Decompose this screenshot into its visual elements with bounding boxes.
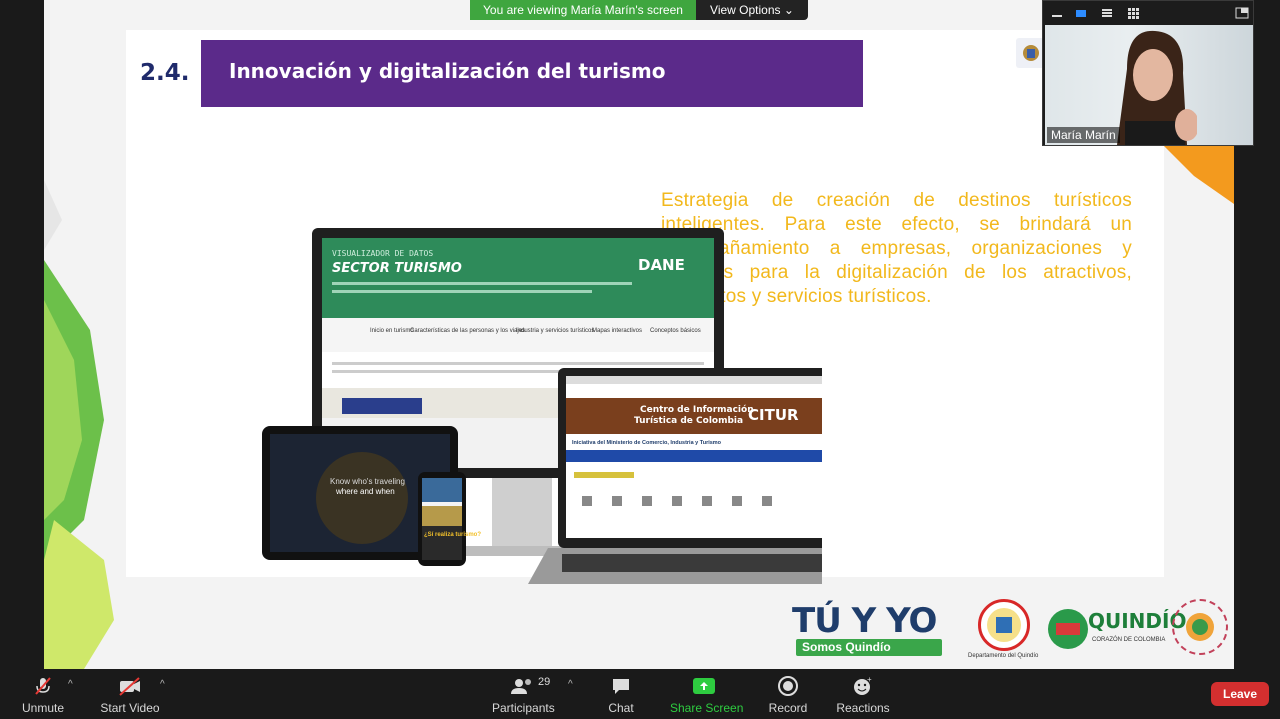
monitor-tab-1: Inicio en turismo bbox=[370, 328, 414, 334]
participant-video: María Marín bbox=[1045, 25, 1253, 145]
monitor-brand: DANE bbox=[638, 256, 685, 274]
share-screen-button[interactable]: Share Screen bbox=[670, 675, 744, 715]
chat-icon bbox=[613, 679, 629, 694]
quindio-tagline: CORAZÓN DE COLOMBIA bbox=[1092, 637, 1166, 643]
tablet-text-1: Know who's traveling bbox=[330, 477, 405, 486]
share-screen-icon bbox=[693, 678, 715, 694]
monitor-tab-4: Mapas interactivos bbox=[592, 328, 642, 334]
monitor-tab-5: Conceptos básicos bbox=[650, 328, 701, 334]
laptop-title-2: Turística de Colombia bbox=[634, 416, 743, 426]
svg-text:+: + bbox=[867, 675, 872, 684]
video-options-caret-icon[interactable]: ^ bbox=[160, 679, 165, 690]
monitor-header-small: VISUALIZADOR DE DATOS bbox=[332, 249, 433, 258]
laptop-brand: CITUR bbox=[748, 406, 799, 424]
devices-illustration: VISUALIZADOR DE DATOS SECTOR TURISMO DAN… bbox=[262, 228, 822, 584]
chat-label: Chat bbox=[608, 701, 634, 715]
laptop: Centro de Información Turística de Colom… bbox=[528, 368, 822, 584]
meeting-toolbar: Unmute ^ Start Video ^ Participants 29 ^… bbox=[0, 669, 1280, 719]
tablet-text-2: where and when bbox=[335, 487, 395, 496]
gallery-view-icon[interactable] bbox=[1127, 7, 1139, 19]
unmute-button[interactable]: Unmute bbox=[20, 675, 66, 715]
speaker-view-icon[interactable] bbox=[1075, 7, 1087, 19]
participants-options-caret-icon[interactable]: ^ bbox=[568, 679, 573, 690]
view-options-label: View Options bbox=[710, 3, 781, 17]
laptop-subtitle: Iniciativa del Ministerio de Comercio, I… bbox=[572, 440, 722, 446]
start-video-label: Start Video bbox=[100, 701, 160, 715]
somos-quindio-label: Somos Quindío bbox=[796, 639, 942, 656]
camera-off-icon bbox=[119, 677, 140, 696]
slide-title: Innovación y digitalización del turismo bbox=[229, 59, 666, 83]
paisaje-cultural-logo bbox=[1172, 599, 1228, 655]
reactions-label: Reactions bbox=[836, 701, 890, 715]
department-seal-icon bbox=[978, 599, 1030, 651]
video-panel-controls bbox=[1043, 3, 1255, 25]
chevron-down-icon: ⌄ bbox=[783, 3, 794, 17]
chat-button[interactable]: Chat bbox=[606, 675, 636, 715]
monitor-header-big: SECTOR TURISMO bbox=[332, 261, 462, 276]
quindio-emblem-icon bbox=[1048, 609, 1088, 649]
presentation-slide: 2.4. Innovación y digitalización del tur… bbox=[126, 30, 1164, 584]
participant-silhouette bbox=[1117, 30, 1197, 145]
reactions-button[interactable]: + Reactions bbox=[836, 675, 890, 715]
tuyo-logo: TÚ Y YO bbox=[792, 601, 937, 641]
record-icon bbox=[778, 676, 798, 696]
minimize-icon[interactable] bbox=[1051, 7, 1063, 19]
decorative-green-shapes bbox=[44, 180, 114, 669]
slide-number: 2.4. bbox=[140, 60, 190, 86]
participants-count-badge: 29 bbox=[538, 676, 551, 688]
viewing-screen-banner: You are viewing María Marín's screen bbox=[470, 0, 696, 20]
leave-button[interactable]: Leave bbox=[1211, 682, 1269, 706]
participants-icon bbox=[511, 679, 531, 694]
phone-text: ¿Sí realiza turismo? bbox=[424, 532, 481, 538]
monitor-tab-3: Industria y servicios turísticos bbox=[516, 328, 594, 334]
pop-out-icon[interactable] bbox=[1235, 7, 1249, 19]
decorative-orange-shape bbox=[1164, 146, 1234, 204]
department-label: Departamento del Quindío bbox=[968, 653, 1039, 659]
share-screen-label: Share Screen bbox=[670, 701, 744, 715]
microphone-muted-icon bbox=[35, 677, 51, 695]
slide-title-band: Innovación y digitalización del turismo bbox=[201, 40, 863, 107]
audio-options-caret-icon[interactable]: ^ bbox=[68, 679, 73, 690]
monitor-tab-2: Características de las personas y los vi… bbox=[410, 328, 525, 334]
video-panel: María Marín bbox=[1042, 0, 1254, 146]
list-view-icon[interactable] bbox=[1101, 7, 1113, 19]
record-label: Record bbox=[768, 701, 808, 715]
unmute-label: Unmute bbox=[21, 701, 65, 715]
footer-logos: TÚ Y YO Somos Quindío Departamento del Q… bbox=[792, 595, 1232, 665]
start-video-button[interactable]: Start Video bbox=[100, 675, 160, 715]
participants-label: Participants bbox=[492, 701, 555, 715]
record-button[interactable]: Record bbox=[768, 675, 808, 715]
laptop-title-1: Centro de Información bbox=[640, 404, 754, 415]
view-options-button[interactable]: View Options ⌄ bbox=[696, 0, 808, 20]
smiley-plus-icon: + bbox=[854, 675, 872, 695]
participant-name-tag: María Marín bbox=[1047, 127, 1120, 143]
